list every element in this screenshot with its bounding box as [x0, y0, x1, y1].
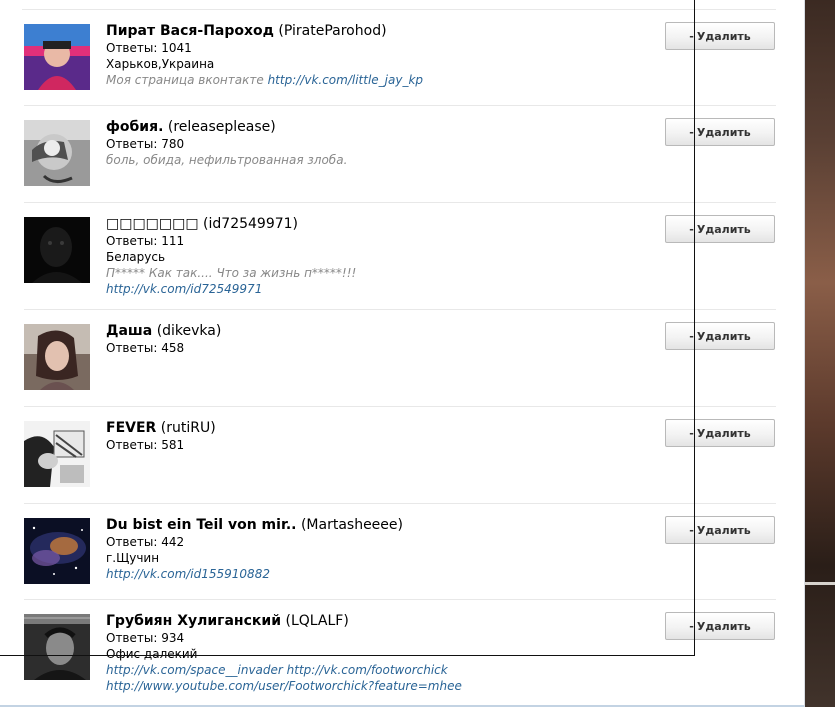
- user-link[interactable]: http://vk.com/id72549971: [106, 282, 262, 296]
- user-city: Офис далекий: [106, 647, 198, 661]
- user-answers: Ответы: 934: [106, 631, 185, 645]
- user-avatar[interactable]: [24, 120, 90, 186]
- photo-seam: [805, 582, 835, 585]
- delete-button-label: Удалить: [696, 125, 751, 139]
- annotation-line-horizontal: [0, 655, 695, 656]
- user-note: боль, обида, нефильтрованная злоба.: [106, 153, 348, 167]
- user-avatar[interactable]: [24, 614, 90, 680]
- annotation-line-vertical: [694, 0, 695, 656]
- user-city: г.Щучин: [106, 551, 160, 565]
- user-avatar[interactable]: [24, 24, 90, 90]
- user-name[interactable]: Даша: [106, 323, 152, 339]
- user-answers: Ответы: 111: [106, 234, 185, 248]
- delete-button-label: Удалить: [696, 222, 751, 236]
- delete-button[interactable]: Удалить: [665, 322, 775, 350]
- delete-button[interactable]: Удалить: [665, 612, 775, 640]
- user-link[interactable]: http://vk.com/space__invader http://vk.c…: [106, 663, 448, 677]
- user-note: Моя страница вконтакте: [106, 73, 264, 87]
- user-login: (PirateParohod): [278, 23, 387, 39]
- user-answers: Ответы: 780: [106, 137, 185, 151]
- user-link[interactable]: http://www.youtube.com/user/Footworchick…: [106, 679, 462, 693]
- user-avatar[interactable]: [24, 324, 90, 390]
- user-login: (Martasheeee): [300, 517, 403, 533]
- user-name[interactable]: фобия.: [106, 119, 163, 135]
- user-info: Пират Вася-Пароход (PirateParohod) Ответ…: [106, 22, 646, 88]
- user-note: П***** Как так.... Что за жизнь п*****!!…: [106, 266, 357, 280]
- user-row: Du bist ein Teil von mir.. (Martasheeee)…: [24, 504, 776, 600]
- user-row: □□□□□□□ (id72549971) Ответы: 111 Беларус…: [24, 203, 776, 310]
- user-name[interactable]: Грубиян Хулиганский: [106, 613, 281, 629]
- user-answers: Ответы: 458: [106, 341, 185, 355]
- user-row: Даша (dikevka) Ответы: 458 Удалить: [24, 310, 776, 407]
- user-info: фобия. (releaseplease) Ответы: 780 боль,…: [106, 118, 646, 168]
- user-link[interactable]: http://vk.com/id155910882: [106, 567, 270, 581]
- user-login: (LQLALF): [285, 613, 349, 629]
- user-login: (rutiRU): [160, 420, 216, 436]
- delete-button-label: Удалить: [696, 619, 751, 633]
- delete-button-label: Удалить: [696, 329, 751, 343]
- user-name[interactable]: FEVER: [106, 420, 156, 436]
- user-row: FEVER (rutiRU) Ответы: 581 Удалить: [24, 407, 776, 504]
- user-avatar[interactable]: [24, 217, 90, 283]
- user-city: Харьков,Украина: [106, 57, 215, 71]
- user-row: Пират Вася-Пароход (PirateParohod) Ответ…: [24, 10, 776, 106]
- user-name[interactable]: Du bist ein Teil von mir..: [106, 517, 297, 533]
- delete-button-label: Удалить: [696, 426, 751, 440]
- user-info: □□□□□□□ (id72549971) Ответы: 111 Беларус…: [106, 215, 646, 297]
- user-login: (id72549971): [203, 216, 299, 232]
- user-avatar[interactable]: [24, 518, 90, 584]
- user-answers: Ответы: 581: [106, 438, 185, 452]
- user-link[interactable]: http://vk.com/little_jay_kp: [268, 73, 423, 87]
- user-answers: Ответы: 1041: [106, 41, 192, 55]
- user-login: (releaseplease): [167, 119, 276, 135]
- user-row: фобия. (releaseplease) Ответы: 780 боль,…: [24, 106, 776, 203]
- delete-button[interactable]: Удалить: [665, 419, 775, 447]
- user-info: FEVER (rutiRU) Ответы: 581: [106, 419, 646, 453]
- user-name[interactable]: Пират Вася-Пароход: [106, 23, 274, 39]
- user-info: Грубиян Хулиганский (LQLALF) Ответы: 934…: [106, 612, 646, 694]
- user-city: Беларусь: [106, 250, 166, 264]
- delete-button[interactable]: Удалить: [665, 516, 775, 544]
- user-info: Даша (dikevka) Ответы: 458: [106, 322, 646, 356]
- delete-button[interactable]: Удалить: [665, 118, 775, 146]
- user-info: Du bist ein Teil von mir.. (Martasheeee)…: [106, 516, 646, 582]
- delete-button-label: Удалить: [696, 29, 751, 43]
- background-photo-strip: [805, 0, 835, 707]
- delete-button[interactable]: Удалить: [665, 215, 775, 243]
- delete-button[interactable]: Удалить: [665, 22, 775, 50]
- user-name[interactable]: □□□□□□□: [106, 216, 199, 232]
- user-answers: Ответы: 442: [106, 535, 185, 549]
- user-avatar[interactable]: [24, 421, 90, 487]
- user-login: (dikevka): [156, 323, 222, 339]
- delete-button-label: Удалить: [696, 523, 751, 537]
- user-row: Грубиян Хулиганский (LQLALF) Ответы: 934…: [24, 600, 776, 704]
